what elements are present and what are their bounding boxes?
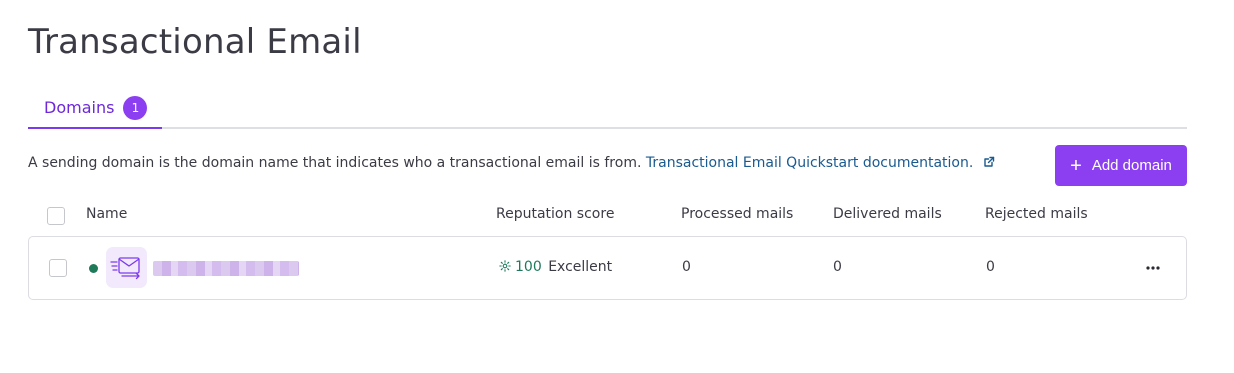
tab-domains[interactable]: Domains 1 <box>28 88 162 129</box>
column-header-processed[interactable]: Processed mails <box>681 206 793 222</box>
tab-domains-label: Domains <box>44 98 115 117</box>
description: A sending domain is the domain name that… <box>28 155 995 172</box>
plus-icon: + <box>1070 154 1082 177</box>
reputation-score-value: 100 <box>515 259 542 275</box>
domain-name-link[interactable] <box>153 261 299 276</box>
tab-domains-count-badge: 1 <box>123 95 148 120</box>
column-header-rejected[interactable]: Rejected mails <box>985 206 1088 222</box>
column-header-delivered[interactable]: Delivered mails <box>833 206 942 222</box>
more-horizontal-icon <box>1146 266 1160 270</box>
reputation-score-cell: 100 Excellent <box>499 259 612 275</box>
status-dot <box>89 264 98 273</box>
quickstart-doc-link[interactable]: Transactional Email Quickstart documenta… <box>646 155 995 171</box>
tab-bar: Domains 1 <box>28 88 1187 129</box>
column-header-reputation[interactable]: Reputation score <box>496 206 614 222</box>
table-row[interactable]: 100 Excellent 0 0 0 <box>28 236 1187 300</box>
external-link-icon <box>983 156 995 172</box>
description-text: A sending domain is the domain name that… <box>28 155 642 171</box>
column-header-name[interactable]: Name <box>86 206 127 222</box>
page-title: Transactional Email <box>28 22 362 62</box>
quickstart-doc-link-label: Transactional Email Quickstart documenta… <box>645 155 974 171</box>
delivered-mails-cell: 0 <box>833 259 842 275</box>
reputation-score-label: Excellent <box>548 259 613 275</box>
add-domain-label: Add domain <box>1091 157 1172 174</box>
rejected-mails-cell: 0 <box>986 259 995 275</box>
sun-icon <box>499 260 511 272</box>
processed-mails-cell: 0 <box>682 259 691 275</box>
more-actions-button[interactable] <box>1142 257 1164 279</box>
mail-send-icon <box>106 247 147 288</box>
select-all-checkbox[interactable] <box>47 207 65 225</box>
table-header: Name Reputation score Processed mails De… <box>28 196 1187 232</box>
row-checkbox[interactable] <box>49 259 67 277</box>
add-domain-button[interactable]: + Add domain <box>1055 145 1187 186</box>
